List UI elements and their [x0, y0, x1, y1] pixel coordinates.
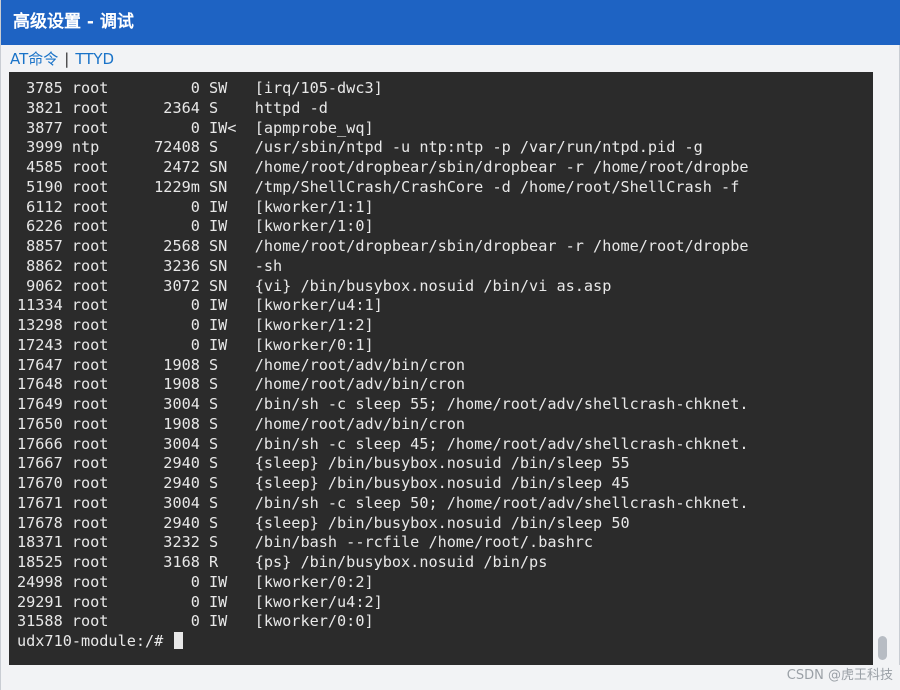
terminal-line: 17647 root 1908 S /home/root/adv/bin/cro…: [17, 355, 466, 374]
terminal-screen[interactable]: 3785 root 0 SW [irq/105-dwc3] 3821 root …: [9, 72, 873, 665]
terminal-line: 17670 root 2940 S {sleep} /bin/busybox.n…: [17, 474, 630, 492]
terminal-line: 8857 root 2568 SN /home/root/dropbear/sb…: [17, 237, 749, 255]
terminal-line: 8862 root 3236 SN -sh: [17, 256, 283, 275]
terminal-prompt-line[interactable]: udx710-module:/#: [17, 632, 749, 652]
bottom-bar: [1, 665, 900, 690]
terminal-line: 29291 root 0 IW [kworker/u4:2]: [17, 592, 383, 611]
terminal-line: 18525 root 3168 R {ps} /bin/busybox.nosu…: [17, 553, 548, 571]
terminal-line: 17667 root 2940 S {sleep} /bin/busybox.n…: [17, 454, 630, 473]
terminal-line: 17671 root 3004 S /bin/sh -c sleep 50; /…: [17, 493, 749, 512]
terminal-line: 17650 root 1908 S /home/root/adv/bin/cro…: [17, 414, 466, 433]
terminal-line: 17649 root 3004 S /bin/sh -c sleep 55; /…: [17, 395, 749, 413]
watermark: CSDN @虎王科技: [786, 668, 893, 683]
tab-ttyd[interactable]: TTYD: [75, 50, 114, 68]
terminal-line: 24998 root 0 IW [kworker/0:2]: [17, 572, 374, 591]
terminal-line: 17243 root 0 IW [kworker/0:1]: [17, 335, 374, 354]
terminal-output: 3785 root 0 SW [irq/105-dwc3] 3821 root …: [17, 79, 749, 652]
terminal-line: 3999 ntp 72408 S /usr/sbin/ntpd -u ntp:n…: [17, 138, 703, 157]
debug-window: 高级设置 - 调试 AT命令 | TTYD 3785 root 0 SW [irq/…: [0, 0, 900, 690]
tab-separator: |: [64, 50, 70, 68]
tab-bar: AT命令 | TTYD: [1, 45, 900, 71]
terminal-scrollbar[interactable]: [875, 72, 891, 665]
terminal-line: 31588 root 0 IW [kworker/0:0]: [17, 612, 374, 631]
terminal-line: 3785 root 0 SW [irq/105-dwc3]: [17, 79, 383, 97]
terminal-line: 6112 root 0 IW [kworker/1:1]: [17, 197, 374, 216]
terminal-line: 9062 root 3072 SN {vi} /bin/busybox.nosu…: [17, 276, 612, 295]
terminal-line: 11334 root 0 IW [kworker/u4:1]: [17, 296, 383, 315]
terminal-cursor: [174, 632, 184, 649]
terminal-line: 4585 root 2472 SN /home/root/dropbear/sb…: [17, 158, 749, 176]
scrollbar-thumb[interactable]: [878, 636, 887, 660]
terminal-line: 18371 root 3232 S /bin/bash --rcfile /ho…: [17, 533, 594, 552]
tab-at-command[interactable]: AT命令: [10, 50, 58, 68]
terminal-line: 17666 root 3004 S /bin/sh -c sleep 45; /…: [17, 434, 749, 453]
terminal-line: 17678 root 2940 S {sleep} /bin/busybox.n…: [17, 513, 630, 532]
terminal-line: 3877 root 0 IW< [apmprobe_wq]: [17, 118, 374, 137]
terminal-line: 13298 root 0 IW [kworker/1:2]: [17, 316, 374, 334]
terminal-line: 6226 root 0 IW [kworker/1:0]: [17, 217, 374, 236]
terminal-line: 5190 root 1229m SN /tmp/ShellCrash/Crash…: [17, 177, 740, 196]
window-title: 高级设置 - 调试: [1, 0, 900, 45]
shell-prompt: udx710-module:/#: [17, 632, 173, 650]
terminal-line: 17648 root 1908 S /home/root/adv/bin/cro…: [17, 375, 466, 394]
terminal-line: 3821 root 2364 S httpd -d: [17, 98, 328, 117]
